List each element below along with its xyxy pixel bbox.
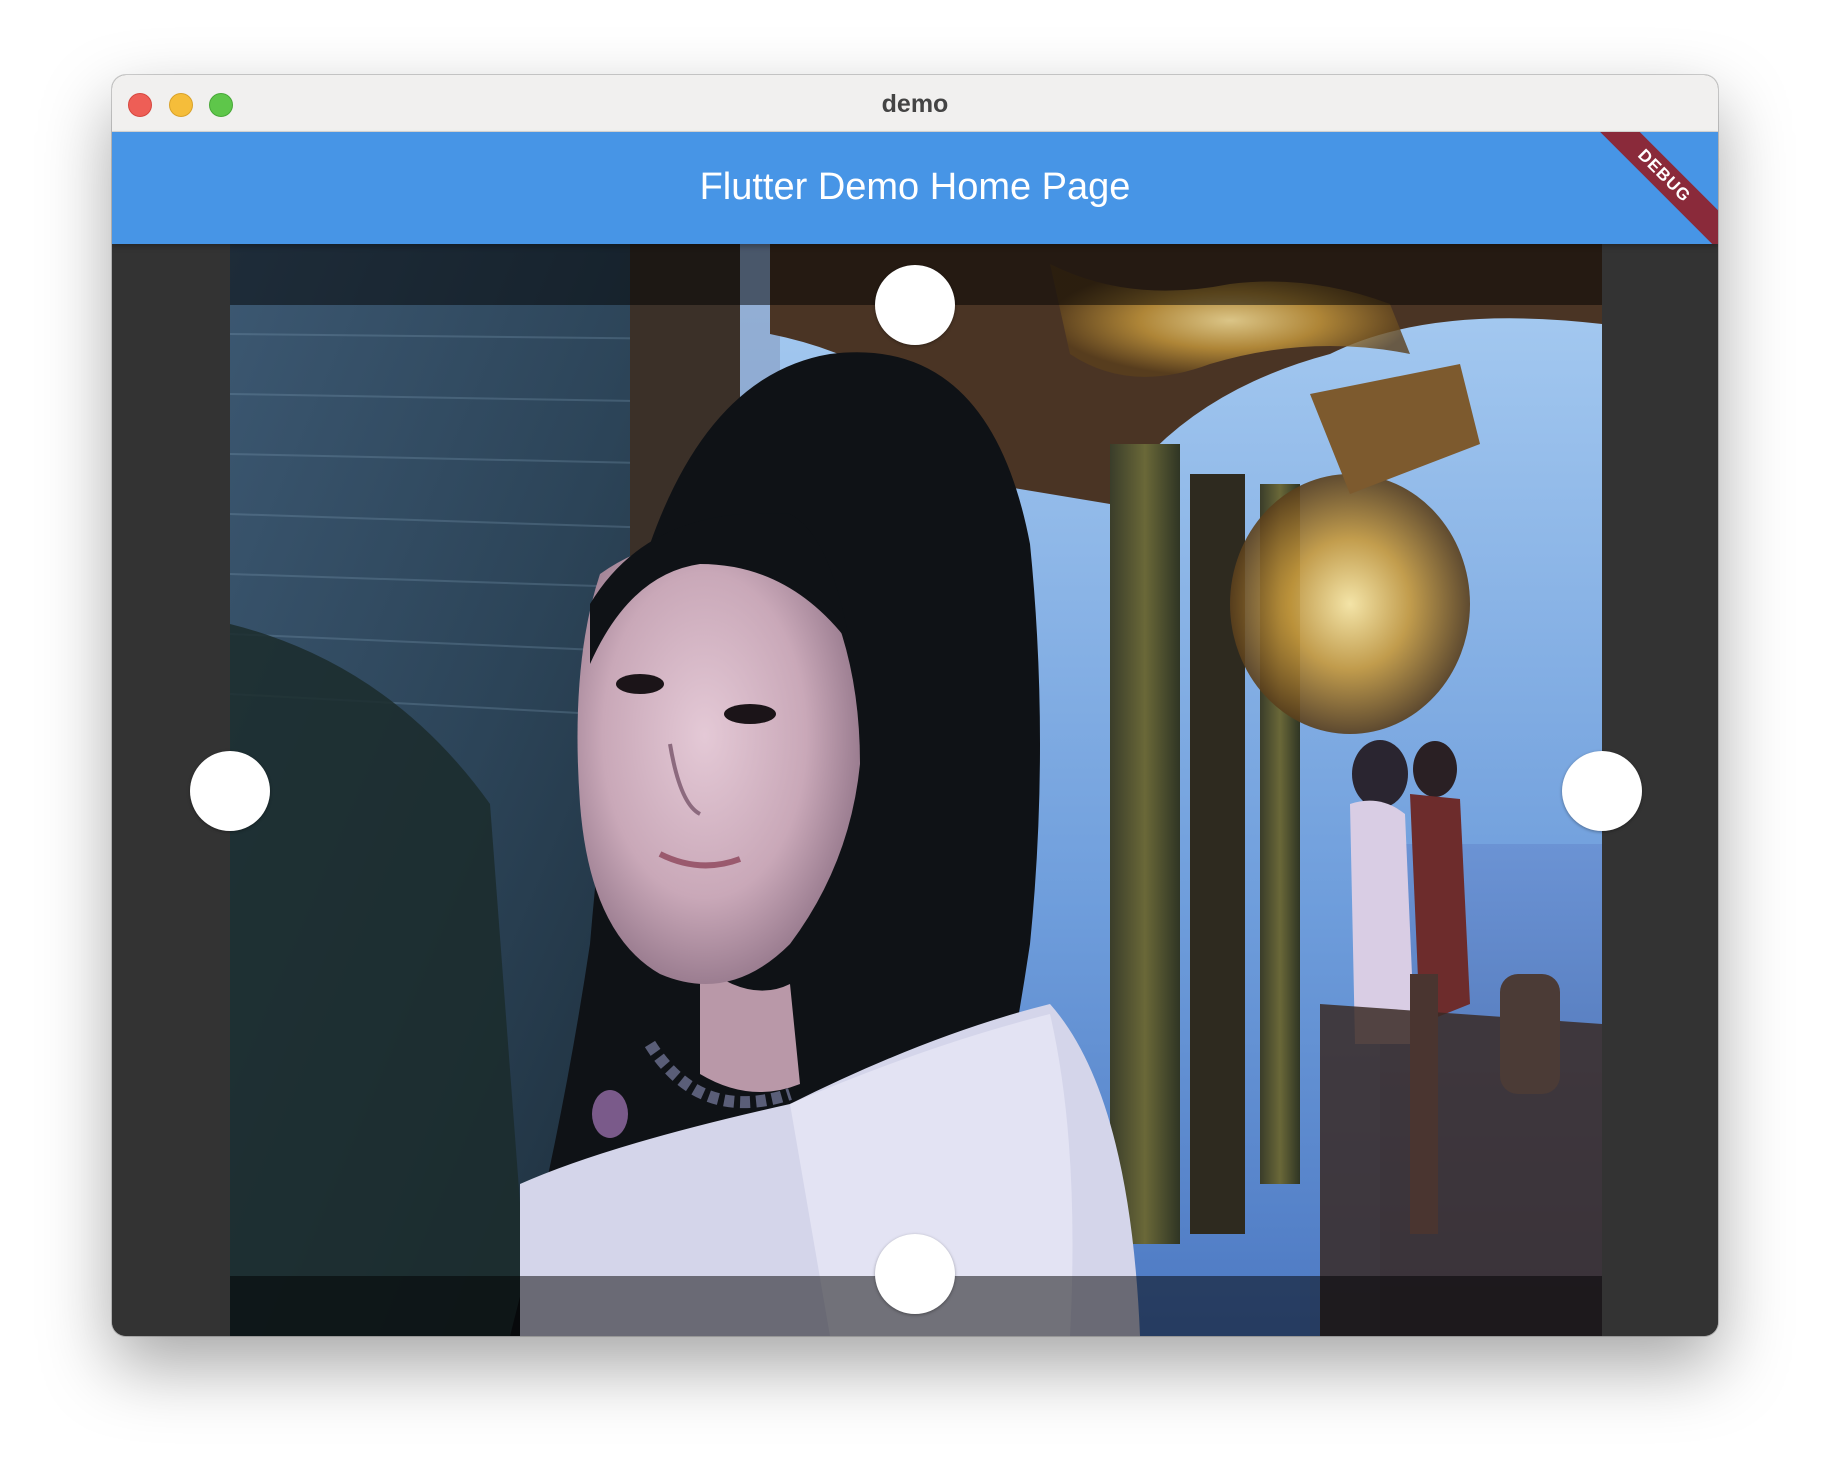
crop-handle-top[interactable] <box>875 265 955 345</box>
crop-editor <box>112 244 1718 1336</box>
window-title: demo <box>881 90 949 118</box>
page-title: Flutter Demo Home Page <box>699 166 1131 208</box>
photo-illustration <box>230 244 1602 1336</box>
crop-handle-left[interactable] <box>190 751 270 831</box>
title-bar[interactable]: demo <box>112 75 1718 132</box>
app-bar: Flutter Demo Home Page DEBUG <box>112 132 1718 244</box>
crop-image[interactable] <box>230 244 1602 1336</box>
crop-handle-bottom[interactable] <box>875 1234 955 1314</box>
crop-handle-right[interactable] <box>1562 751 1642 831</box>
app-window: demo Flutter Demo Home Page DEBUG <box>112 75 1718 1336</box>
